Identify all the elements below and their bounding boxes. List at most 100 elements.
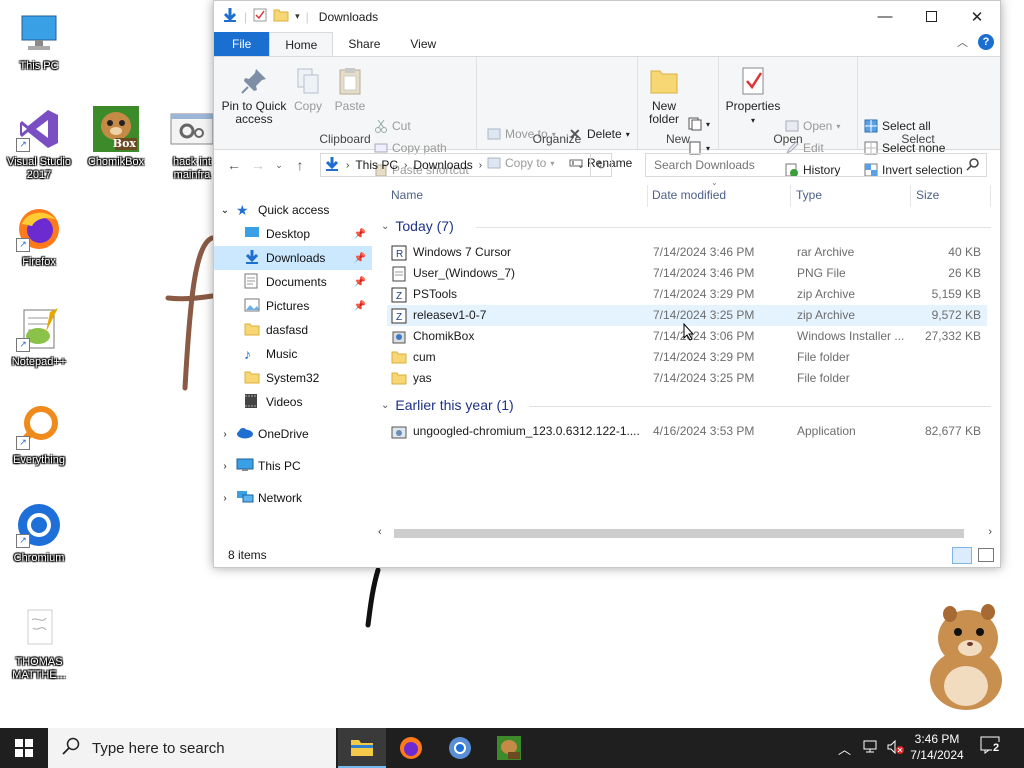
close-button[interactable]: ✕ bbox=[954, 1, 1000, 32]
file-row[interactable]: yas 7/14/2024 3:25 PM File folder bbox=[387, 368, 987, 389]
volume-muted-icon[interactable] bbox=[887, 739, 905, 757]
file-explorer-window[interactable]: | ▾ | Downloads — ✕ File Home Share View… bbox=[213, 0, 1001, 568]
title-bar[interactable]: | ▾ | Downloads — ✕ bbox=[214, 1, 1000, 32]
pin-quick-access-button[interactable]: Pin to Quick access bbox=[220, 65, 288, 126]
notification-center-button[interactable]: 2 bbox=[980, 736, 1008, 760]
back-button[interactable]: ← bbox=[222, 157, 246, 173]
videos-icon bbox=[244, 393, 266, 412]
address-dropdown-icon[interactable]: ⌄ bbox=[577, 160, 585, 171]
start-button[interactable] bbox=[0, 728, 48, 768]
forward-button[interactable]: → bbox=[246, 157, 270, 173]
desktop-icon-chomikbox[interactable]: Box ChomikBox bbox=[78, 106, 154, 169]
properties-check-icon[interactable] bbox=[253, 8, 267, 25]
tab-file[interactable]: File bbox=[214, 32, 270, 56]
installer-icon bbox=[391, 329, 407, 345]
network-status-icon[interactable] bbox=[863, 740, 879, 757]
shortcut-arrow-icon: ↗ bbox=[16, 436, 30, 450]
nav-quick-access[interactable]: ⌄ ★ Quick access bbox=[214, 198, 374, 222]
new-folder-button[interactable]: New folder bbox=[642, 65, 686, 126]
collapse-group-icon[interactable]: ⌄ bbox=[381, 400, 389, 411]
horizontal-scrollbar[interactable]: ‹ › bbox=[376, 525, 994, 542]
nav-network[interactable]: › Network bbox=[214, 486, 374, 510]
column-header-size[interactable]: Size bbox=[916, 181, 986, 209]
nav-item-dasfasd[interactable]: dasfasd bbox=[244, 318, 372, 342]
column-header-type[interactable]: Type bbox=[796, 181, 906, 209]
taskbar-search-box[interactable]: Type here to search bbox=[48, 728, 336, 768]
expand-chevron-icon[interactable]: ⌄ bbox=[214, 205, 236, 216]
search-icon bbox=[62, 737, 80, 759]
desktop-icon-firefox[interactable]: ↗ Firefox bbox=[1, 206, 77, 269]
search-box[interactable] bbox=[645, 153, 987, 177]
nav-onedrive[interactable]: › OneDrive bbox=[214, 422, 374, 446]
properties-button[interactable]: Properties ▾ bbox=[725, 65, 781, 127]
file-row[interactable]: User_(Windows_7) 7/14/2024 3:46 PM PNG F… bbox=[387, 263, 987, 284]
expand-arrow-icon[interactable]: › bbox=[214, 493, 236, 504]
application-icon bbox=[391, 424, 407, 440]
collapse-group-icon[interactable]: ⌄ bbox=[381, 221, 389, 232]
tab-home[interactable]: Home bbox=[269, 32, 334, 56]
nav-this-pc[interactable]: › This PC bbox=[214, 454, 374, 478]
nav-item-videos[interactable]: Videos bbox=[244, 390, 372, 414]
customize-qat-icon[interactable]: ▾ bbox=[295, 11, 300, 22]
column-header-date[interactable]: Date modified bbox=[652, 181, 792, 209]
copy-button[interactable]: Copy bbox=[290, 65, 326, 113]
expand-arrow-icon[interactable]: › bbox=[214, 429, 236, 440]
scroll-right-icon[interactable]: › bbox=[988, 526, 992, 538]
minimize-button[interactable]: — bbox=[862, 1, 908, 32]
desktop-icon-visual-studio[interactable]: ↗ Visual Studio 2017 bbox=[1, 106, 77, 182]
nav-item-pictures[interactable]: Pictures 📌 bbox=[244, 294, 372, 318]
folder-icon bbox=[391, 371, 407, 387]
nav-item-system32[interactable]: System32 bbox=[244, 366, 372, 390]
show-hidden-icons-chevron[interactable]: ︿ bbox=[838, 739, 851, 758]
separator: | bbox=[244, 9, 248, 24]
tab-view[interactable]: View bbox=[395, 32, 451, 56]
large-icons-view-icon[interactable] bbox=[978, 548, 994, 562]
expand-arrow-icon[interactable]: › bbox=[214, 461, 236, 472]
address-bar[interactable]: › This PC › Downloads › ⌄ ↻ bbox=[320, 153, 612, 177]
recent-locations-button[interactable]: ⌄ bbox=[270, 160, 288, 171]
desktop-icon-this-pc[interactable]: This PC bbox=[1, 10, 77, 73]
zip-archive-icon: Z bbox=[391, 287, 407, 303]
up-button[interactable]: ↑ bbox=[288, 157, 312, 173]
search-icon[interactable] bbox=[966, 157, 980, 174]
column-header-name[interactable]: Name bbox=[391, 181, 641, 209]
new-item-button[interactable]: ▾ bbox=[688, 115, 710, 133]
file-row[interactable]: ungoogled-chromium_123.0.6312.122-1.... … bbox=[387, 421, 987, 442]
new-folder-icon[interactable] bbox=[273, 8, 289, 25]
file-row[interactable]: R Windows 7 Cursor 7/14/2024 3:46 PM rar… bbox=[387, 242, 987, 263]
pin-icon: 📌 bbox=[353, 228, 366, 240]
clock[interactable]: 3:46 PM 7/14/2024 bbox=[905, 731, 969, 763]
taskbar-chomikbox[interactable] bbox=[485, 728, 533, 768]
desktop-icon-notepadpp[interactable]: ↗ Notepad++ bbox=[1, 306, 77, 369]
maximize-button[interactable] bbox=[908, 1, 954, 32]
group-divider bbox=[529, 406, 991, 407]
breadcrumb-this-pc[interactable]: This PC bbox=[355, 158, 398, 172]
scroll-left-icon[interactable]: ‹ bbox=[378, 526, 382, 538]
paste-button[interactable]: Paste bbox=[330, 65, 370, 113]
navigation-bar: ← → ⌄ ↑ › This PC › Downloads › ⌄ ↻ bbox=[214, 151, 1000, 179]
taskbar-firefox[interactable] bbox=[387, 728, 435, 768]
breadcrumb-downloads[interactable]: Downloads bbox=[413, 158, 472, 172]
help-icon[interactable]: ? bbox=[978, 34, 994, 50]
nav-item-music[interactable]: ♪ Music bbox=[244, 342, 372, 366]
clock-date: 7/14/2024 bbox=[910, 748, 964, 762]
desktop-icon-chromium[interactable]: ↗ Chromium bbox=[1, 502, 77, 565]
nav-item-desktop[interactable]: Desktop 📌 bbox=[244, 222, 372, 246]
file-row[interactable]: cum 7/14/2024 3:29 PM File folder bbox=[387, 347, 987, 368]
nav-item-documents[interactable]: Documents 📌 bbox=[244, 270, 372, 294]
tab-share[interactable]: Share bbox=[333, 32, 395, 56]
desktop-icon-thomas[interactable]: THOMAS MATTHE... bbox=[1, 606, 77, 682]
group-header-today[interactable]: ⌄ Today (7) bbox=[381, 218, 454, 234]
details-view-icon[interactable] bbox=[952, 547, 972, 564]
refresh-button[interactable]: ↻ bbox=[590, 154, 611, 176]
taskbar-file-explorer[interactable] bbox=[338, 728, 386, 768]
scrollbar-thumb[interactable] bbox=[394, 529, 964, 538]
collapse-ribbon-icon[interactable]: ︿ bbox=[957, 34, 968, 50]
taskbar-chromium[interactable] bbox=[436, 728, 484, 768]
search-input[interactable] bbox=[652, 157, 956, 173]
group-header-earlier[interactable]: ⌄ Earlier this year (1) bbox=[381, 397, 514, 413]
nav-item-downloads[interactable]: Downloads 📌 bbox=[214, 246, 372, 270]
status-bar: 8 items bbox=[214, 543, 1000, 567]
desktop-icon-everything[interactable]: ↗ Everything bbox=[1, 404, 77, 467]
file-row[interactable]: Z PSTools 7/14/2024 3:29 PM zip Archive … bbox=[387, 284, 987, 305]
